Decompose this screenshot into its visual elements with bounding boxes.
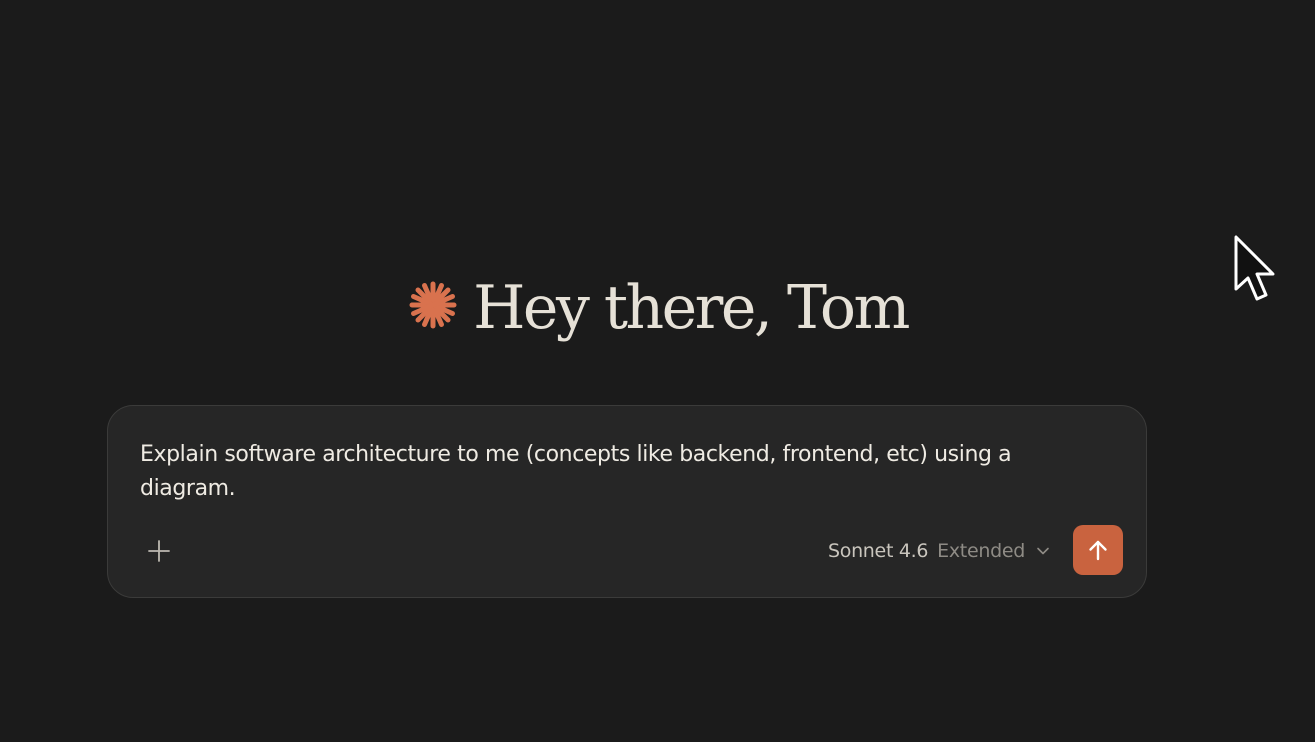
model-selector[interactable]: Sonnet 4.6 Extended bbox=[828, 536, 1050, 566]
greeting-title: Hey there, Tom bbox=[473, 273, 910, 343]
prompt-input[interactable]: Explain software architecture to me (con… bbox=[140, 438, 1110, 506]
greeting: Hey there, Tom bbox=[0, 268, 1315, 348]
sparkle-asterisk-icon bbox=[407, 279, 459, 331]
mouse-pointer-icon bbox=[1233, 235, 1279, 307]
chat-composer: Explain software architecture to me (con… bbox=[107, 405, 1147, 598]
arrow-up-icon bbox=[1086, 538, 1110, 562]
send-button[interactable] bbox=[1073, 525, 1123, 575]
add-attachment-button[interactable] bbox=[144, 536, 174, 566]
plus-icon bbox=[147, 539, 171, 563]
model-mode: Extended bbox=[937, 540, 1025, 562]
chevron-down-icon bbox=[1036, 546, 1050, 556]
model-name: Sonnet 4.6 bbox=[827, 540, 929, 562]
